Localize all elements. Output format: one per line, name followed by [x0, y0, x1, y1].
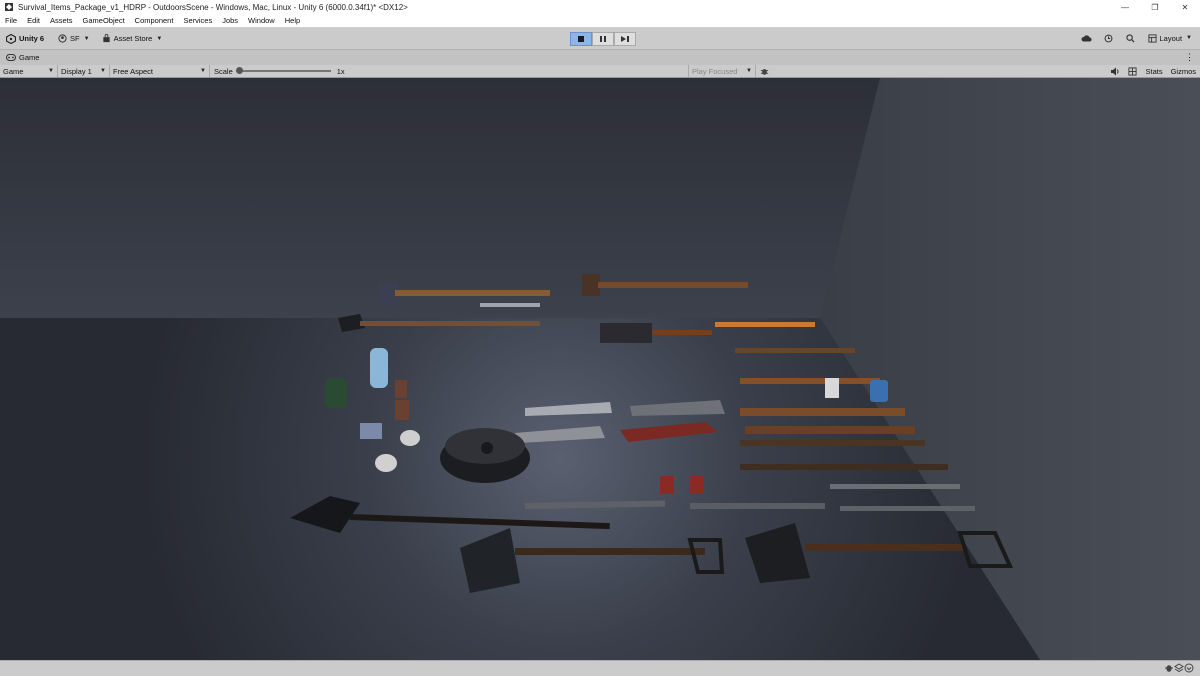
stats-button[interactable]: Stats	[1141, 67, 1166, 76]
menu-jobs[interactable]: Jobs	[217, 16, 243, 25]
layout-icon	[1147, 33, 1157, 43]
scale-label: Scale	[214, 66, 233, 76]
account-icon	[58, 34, 67, 43]
unity-app-icon	[5, 3, 13, 11]
status-bar	[0, 660, 1200, 676]
menu-file[interactable]: File	[0, 16, 22, 25]
stop-icon	[578, 36, 584, 42]
menu-services[interactable]: Services	[178, 16, 217, 25]
display-dropdown[interactable]: Display 1 ▼	[58, 65, 110, 77]
tab-row: Game ⋮	[0, 49, 1200, 65]
asset-store-label: Asset Store	[113, 34, 153, 43]
unity-account-button[interactable]: Unity 6	[6, 33, 45, 44]
maximize-button[interactable]: ❐	[1140, 0, 1170, 14]
mode-label: Game	[3, 66, 24, 76]
play-controls	[570, 32, 636, 46]
more-options-icon[interactable]: ⋮	[1185, 52, 1194, 63]
cloud-button[interactable]	[1080, 32, 1094, 44]
menu-gameobject[interactable]: GameObject	[78, 16, 130, 25]
menu-assets[interactable]: Assets	[45, 16, 78, 25]
asset-store-dropdown[interactable]: Asset Store ▼	[102, 34, 163, 43]
pause-icon	[600, 36, 606, 42]
game-toolbar-right: Stats Gizmos	[1110, 65, 1200, 77]
debug-icon[interactable]	[1164, 663, 1174, 673]
chevron-down-icon: ▼	[156, 35, 163, 42]
scene-render	[0, 78, 1200, 660]
unity-label: Unity 6	[19, 34, 45, 43]
bug-icon[interactable]	[760, 67, 769, 76]
account-dropdown[interactable]: SF ▼	[58, 34, 90, 43]
menu-help[interactable]: Help	[280, 16, 305, 25]
scale-value: 1x	[336, 66, 345, 76]
unity-icon	[6, 33, 16, 44]
cloud-icon	[1081, 35, 1092, 42]
search-icon	[1126, 33, 1135, 43]
aspect-dropdown[interactable]: Free Aspect ▼	[110, 65, 210, 77]
grid-icon[interactable]	[1128, 66, 1138, 76]
chevron-down-icon: ▼	[200, 68, 206, 74]
status-icons	[1164, 663, 1194, 673]
window-titlebar: Survival_Items_Package_v1_HDRP - Outdoor…	[0, 0, 1200, 14]
chevron-down-icon: ▼	[100, 68, 106, 74]
step-button[interactable]	[614, 32, 636, 46]
display-label: Display 1	[61, 66, 92, 76]
aspect-label: Free Aspect	[113, 66, 154, 76]
chevron-down-icon: ▼	[746, 68, 752, 74]
history-button[interactable]	[1102, 32, 1116, 44]
play-focused-label: Play Focused	[692, 66, 738, 76]
gamepad-icon	[6, 54, 16, 61]
notification-icon[interactable]	[1184, 663, 1194, 673]
menu-window[interactable]: Window	[243, 16, 280, 25]
history-icon	[1104, 34, 1113, 42]
close-button[interactable]: ✕	[1170, 0, 1200, 14]
scale-slider-knob[interactable]	[235, 67, 243, 74]
audio-icon[interactable]	[1110, 67, 1120, 76]
pause-button[interactable]	[592, 32, 614, 46]
play-focused-dropdown[interactable]: Play Focused ▼	[688, 65, 756, 77]
layout-label: Layout	[1159, 33, 1183, 43]
layout-dropdown[interactable]: Layout ▼	[1147, 33, 1192, 43]
scale-control: Scale 1x	[214, 67, 345, 76]
mode-dropdown[interactable]: Game ▼	[0, 65, 58, 77]
layers-icon[interactable]	[1174, 663, 1184, 673]
search-button[interactable]	[1124, 32, 1138, 44]
game-viewport[interactable]	[0, 78, 1200, 660]
chevron-down-icon: ▼	[1186, 35, 1192, 41]
menu-component[interactable]: Component	[130, 16, 179, 25]
main-toolbar: Unity 6 SF ▼ Asset Store ▼ Layout ▼	[0, 28, 1200, 49]
gizmos-button[interactable]: Gizmos	[1167, 67, 1200, 76]
menu-bar: File Edit Assets GameObject Component Se…	[0, 14, 1200, 28]
game-view-toolbar: Game ▼ Display 1 ▼ Free Aspect ▼ Scale 1…	[0, 65, 1200, 78]
chevron-down-icon: ▼	[83, 35, 90, 42]
tab-game-label: Game	[19, 53, 40, 62]
asset-store-icon	[102, 34, 110, 43]
step-icon	[621, 36, 629, 42]
tab-game[interactable]: Game	[0, 53, 45, 62]
cooking-pot	[440, 428, 530, 483]
window-title: Survival_Items_Package_v1_HDRP - Outdoor…	[18, 2, 408, 12]
account-label: SF	[70, 34, 80, 43]
chevron-down-icon: ▼	[48, 68, 54, 74]
play-button[interactable]	[570, 32, 592, 46]
minimize-button[interactable]: —	[1110, 0, 1140, 14]
scale-slider[interactable]	[235, 67, 331, 74]
menu-edit[interactable]: Edit	[22, 16, 45, 25]
toolbar-right: Layout ▼	[1072, 32, 1192, 44]
window-controls: — ❐ ✕	[1110, 0, 1200, 14]
